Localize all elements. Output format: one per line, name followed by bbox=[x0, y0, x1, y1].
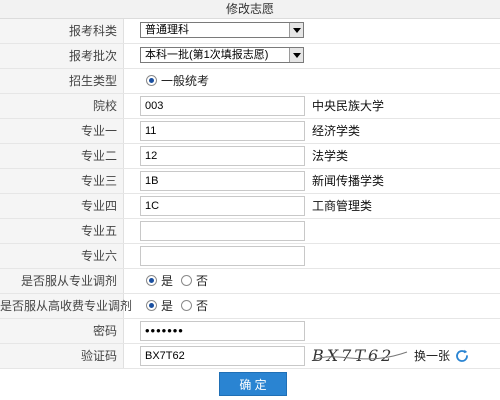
row-adjust-major: 是否服从专业调剂 是 否 bbox=[0, 269, 500, 294]
admission-type-radio[interactable] bbox=[146, 75, 157, 86]
major-2-name: 法学类 bbox=[312, 149, 349, 163]
row-batch: 报考批次 本科一批(第1次填报志愿) bbox=[0, 44, 500, 69]
password-input[interactable]: ••••••• bbox=[140, 321, 305, 341]
row-major-4: 专业四 1C 工商管理类 bbox=[0, 194, 500, 219]
major-6-label: 专业六 bbox=[0, 244, 124, 268]
row-major-3: 专业三 1B 新闻传播学类 bbox=[0, 169, 500, 194]
major-3-name: 新闻传播学类 bbox=[312, 174, 385, 188]
row-major-6: 专业六 bbox=[0, 244, 500, 269]
row-captcha: 验证码 BX7T62 BX7T62 换一张 bbox=[0, 344, 500, 369]
batch-value: 本科一批(第1次填报志愿) bbox=[145, 49, 269, 61]
captcha-input[interactable]: BX7T62 bbox=[140, 346, 305, 366]
school-label: 院校 bbox=[0, 94, 124, 118]
subject-type-value: 普通理科 bbox=[145, 24, 189, 36]
adjust-major-no-radio[interactable] bbox=[181, 275, 192, 286]
captcha-noise-line bbox=[313, 351, 408, 361]
row-adjust-high-fee: 是否服从高收费专业调剂 是 否 bbox=[0, 294, 500, 319]
admission-type-option: 一般统考 bbox=[161, 74, 210, 88]
major-1-name: 经济学类 bbox=[312, 124, 361, 138]
major-5-code-input[interactable] bbox=[140, 221, 305, 241]
row-password: 密码 ••••••• bbox=[0, 319, 500, 344]
major-2-label: 专业二 bbox=[0, 144, 124, 168]
major-3-label: 专业三 bbox=[0, 169, 124, 193]
adjust-high-fee-label: 是否服从高收费专业调剂 bbox=[0, 294, 132, 318]
major-3-code-input[interactable]: 1B bbox=[140, 171, 305, 191]
admission-type-label: 招生类型 bbox=[0, 69, 124, 93]
chevron-down-icon[interactable] bbox=[289, 48, 303, 62]
row-major-1: 专业一 11 经济学类 bbox=[0, 119, 500, 144]
major-5-label: 专业五 bbox=[0, 219, 124, 243]
major-6-code-input[interactable] bbox=[140, 246, 305, 266]
adjust-major-yes-radio[interactable] bbox=[146, 275, 157, 286]
row-major-5: 专业五 bbox=[0, 219, 500, 244]
adjust-high-fee-no-radio[interactable] bbox=[181, 300, 192, 311]
row-school: 院校 003 中央民族大学 bbox=[0, 94, 500, 119]
major-4-name: 工商管理类 bbox=[312, 199, 373, 213]
row-admission-type: 招生类型 一般统考 bbox=[0, 69, 500, 94]
adjust-high-fee-yes-label: 是 bbox=[161, 299, 174, 313]
chevron-down-icon[interactable] bbox=[289, 23, 303, 37]
batch-label: 报考批次 bbox=[0, 44, 124, 68]
adjust-major-yes-label: 是 bbox=[161, 274, 174, 288]
major-1-label: 专业一 bbox=[0, 119, 124, 143]
row-subject-type: 报考科类 普通理科 bbox=[0, 19, 500, 44]
subject-type-label: 报考科类 bbox=[0, 19, 124, 43]
subject-type-select[interactable]: 普通理科 bbox=[140, 22, 304, 38]
refresh-icon[interactable] bbox=[454, 348, 470, 364]
major-2-code-input[interactable]: 12 bbox=[140, 146, 305, 166]
adjust-high-fee-yes-radio[interactable] bbox=[146, 300, 157, 311]
page-title: 修改志愿 bbox=[0, 0, 500, 19]
major-1-code-input[interactable]: 11 bbox=[140, 121, 305, 141]
adjust-major-no-label: 否 bbox=[196, 274, 209, 288]
school-name: 中央民族大学 bbox=[312, 99, 385, 113]
password-label: 密码 bbox=[0, 319, 124, 343]
school-code-input[interactable]: 003 bbox=[140, 96, 305, 116]
batch-select[interactable]: 本科一批(第1次填报志愿) bbox=[140, 47, 304, 63]
major-4-label: 专业四 bbox=[0, 194, 124, 218]
submit-button[interactable]: 确 定 bbox=[219, 372, 287, 396]
row-major-2: 专业二 12 法学类 bbox=[0, 144, 500, 169]
captcha-label: 验证码 bbox=[0, 344, 124, 368]
major-4-code-input[interactable]: 1C bbox=[140, 196, 305, 216]
refresh-captcha-link[interactable]: 换一张 bbox=[414, 344, 450, 368]
adjust-major-label: 是否服从专业调剂 bbox=[0, 269, 124, 293]
adjust-high-fee-no-label: 否 bbox=[196, 299, 209, 313]
